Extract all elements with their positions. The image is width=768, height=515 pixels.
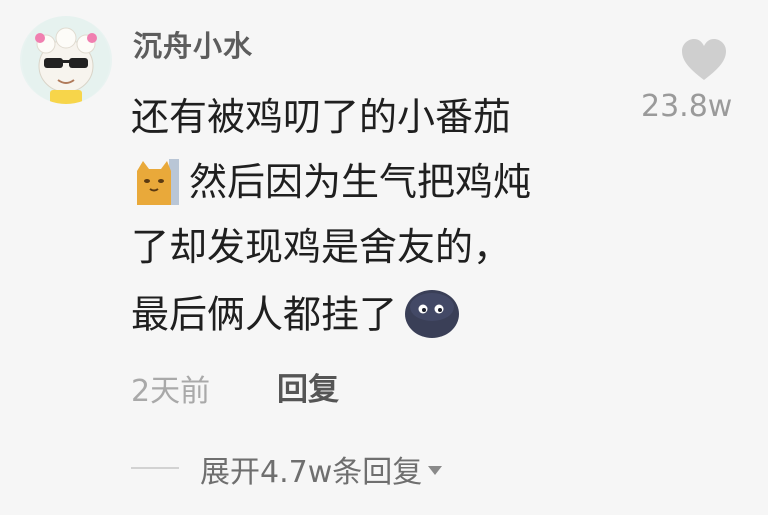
- comment-text-segment: 然后因为生气把鸡炖: [189, 160, 532, 204]
- expand-replies-label: 展开4.7w条回复: [200, 455, 423, 490]
- comment-text-segment: 最后俩人都挂了: [131, 292, 398, 337]
- comment-text-line: 还有被鸡叨了的小番茄: [131, 95, 512, 139]
- expand-replies-button[interactable]: 展开4.7w条回复: [200, 447, 443, 491]
- comment-item: 沉舟小水 23.8w 还有被鸡叨了的小番茄 然后因为生气把鸡炖 了却发现鸡是舍友…: [0, 0, 768, 515]
- caret-down-icon: [428, 466, 443, 475]
- dark-blob-emoji: [403, 287, 461, 339]
- heart-icon[interactable]: [680, 38, 728, 82]
- divider: [131, 467, 179, 469]
- comment-text-line: 最后俩人都挂了: [131, 290, 461, 343]
- comment-text-line: 了却发现鸡是舍友的，: [131, 225, 512, 269]
- like-count: 23.8w: [641, 89, 733, 124]
- user-avatar[interactable]: [20, 16, 112, 104]
- reply-button[interactable]: 回复: [277, 364, 339, 409]
- avatar-image: [22, 16, 110, 104]
- comment-timestamp: 2天前: [131, 374, 211, 409]
- comment-text-line: 然后因为生气把鸡炖: [131, 159, 531, 205]
- author-name[interactable]: 沉舟小水: [133, 23, 253, 65]
